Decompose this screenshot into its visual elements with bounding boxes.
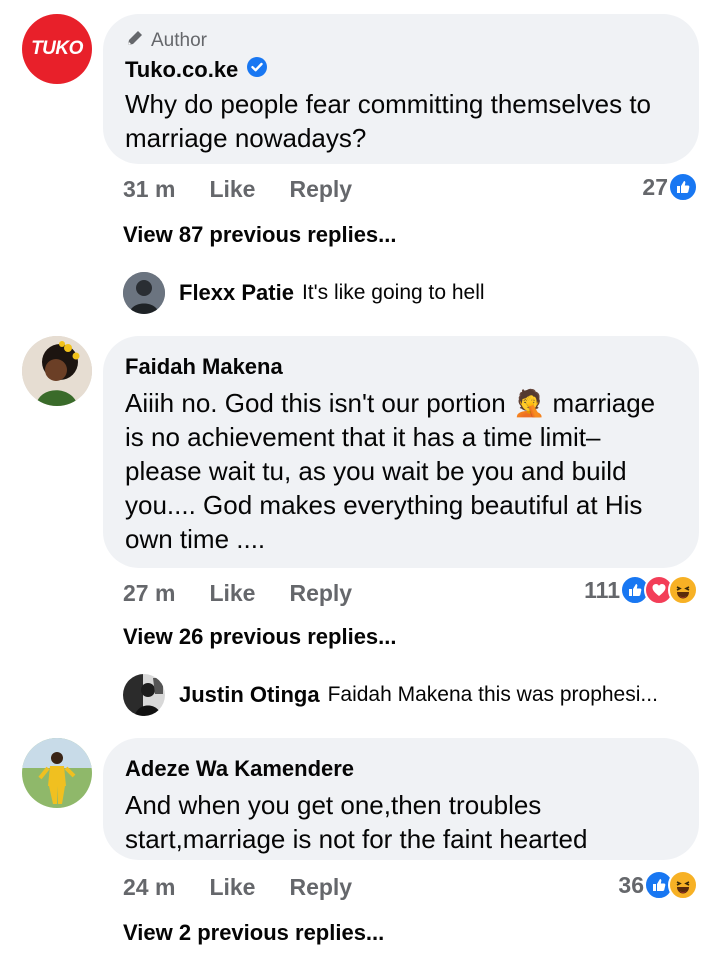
haha-icon: [668, 870, 698, 900]
comment-bubble: Faidah Makena Aiiih no. God this isn't o…: [103, 336, 699, 568]
avatar[interactable]: [123, 674, 165, 716]
avatar[interactable]: [22, 738, 92, 808]
reply-text: Faidah Makena this was prophesi...: [327, 683, 658, 706]
avatar[interactable]: TUKO: [22, 14, 92, 84]
commenter-name[interactable]: Faidah Makena: [125, 354, 677, 380]
view-previous-replies-link[interactable]: View 87 previous replies...: [123, 222, 397, 248]
avatar[interactable]: [123, 272, 165, 314]
reaction-count: 36: [618, 871, 644, 898]
timestamp[interactable]: 27 m: [123, 580, 175, 607]
author-badge-label: Author: [151, 30, 207, 51]
reply-preview[interactable]: Justin Otinga Faidah Makena this was pro…: [123, 674, 658, 716]
comment-actions: 31 m Like Reply: [123, 176, 352, 203]
like-button[interactable]: Like: [209, 874, 255, 901]
comment-actions: 24 m Like Reply: [123, 874, 352, 901]
reaction-summary[interactable]: 36: [618, 870, 698, 900]
timestamp[interactable]: 31 m: [123, 176, 175, 203]
reply-preview[interactable]: Flexx Patie It's like going to hell: [123, 272, 485, 314]
reply-author-name[interactable]: Justin Otinga: [179, 682, 320, 708]
reaction-summary[interactable]: 27: [642, 172, 698, 202]
like-button[interactable]: Like: [209, 580, 255, 607]
reply-button[interactable]: Reply: [289, 176, 352, 203]
comment-actions: 27 m Like Reply: [123, 580, 352, 607]
comment-bubble: Author Tuko.co.ke Why do people fear com…: [103, 14, 699, 164]
reaction-summary[interactable]: 111: [584, 575, 698, 605]
author-badge: Author: [125, 28, 677, 54]
reply-button[interactable]: Reply: [289, 874, 352, 901]
comment-text: Aiiih no. God this isn't our portion 🤦 m…: [125, 388, 656, 554]
like-icon: [668, 172, 698, 202]
comment-bubble: Adeze Wa Kamendere And when you get one,…: [103, 738, 699, 860]
reply-author-name[interactable]: Flexx Patie: [179, 280, 294, 306]
view-previous-replies-link[interactable]: View 26 previous replies...: [123, 624, 397, 650]
verified-badge-icon: [246, 56, 268, 83]
like-button[interactable]: Like: [209, 176, 255, 203]
commenter-name[interactable]: Adeze Wa Kamendere: [125, 756, 677, 782]
comment-text: Why do people fear committing themselves…: [125, 89, 652, 153]
timestamp[interactable]: 24 m: [123, 874, 175, 901]
haha-icon: [668, 575, 698, 605]
tuko-logo: TUKO: [31, 38, 83, 59]
commenter-name[interactable]: Tuko.co.ke: [125, 57, 238, 83]
reply-text: It's like going to hell: [301, 281, 485, 304]
reply-button[interactable]: Reply: [289, 580, 352, 607]
reaction-count: 27: [642, 173, 668, 200]
reaction-count: 111: [584, 576, 620, 603]
comment-text: And when you get one,then troubles start…: [125, 790, 588, 854]
avatar[interactable]: [22, 336, 92, 406]
pencil-icon: [125, 28, 145, 54]
view-previous-replies-link[interactable]: View 2 previous replies...: [123, 920, 384, 946]
